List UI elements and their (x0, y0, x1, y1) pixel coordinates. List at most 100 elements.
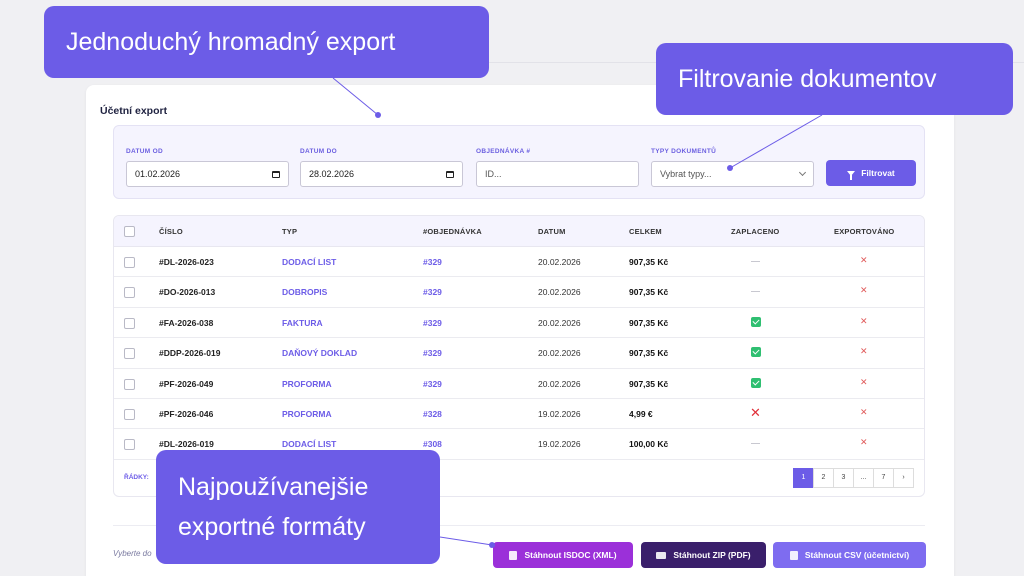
document-date: 20.02.2026 (538, 378, 581, 389)
header-number[interactable]: ČÍSLO (159, 227, 183, 236)
date-from-value: 01.02.2026 (135, 169, 181, 179)
page-button[interactable]: 7 (873, 467, 894, 488)
calendar-icon[interactable] (446, 170, 454, 178)
filter-button[interactable]: Filtrovat (826, 160, 916, 186)
callout-bulk-export-text: Jednoduchý hromadný export (66, 27, 396, 56)
document-date: 20.02.2026 (538, 317, 581, 328)
row-checkbox[interactable] (124, 408, 135, 420)
document-number: #DDP-2026-019 (159, 348, 221, 359)
date-to-group: DATUM DO 28.02.2026 (300, 148, 463, 187)
header-order[interactable]: #OBJEDNÁVKA (423, 227, 482, 236)
calendar-icon[interactable] (272, 170, 280, 178)
table-row[interactable]: #DL-2026-023 DODACÍ LIST #329 20.02.2026 907… (114, 247, 924, 278)
not-applicable-dash (751, 291, 760, 293)
row-checkbox[interactable] (124, 287, 135, 299)
document-number: #PF-2026-046 (159, 408, 214, 419)
doc-types-value: Vybrat typy... (660, 169, 712, 179)
order-placeholder: ID... (485, 169, 502, 179)
page-button[interactable]: 2 (813, 467, 834, 488)
row-checkbox[interactable] (124, 378, 135, 390)
date-to-input[interactable]: 28.02.2026 (300, 161, 463, 187)
callout-formats: Najpoužívanejšie exportné formáty (156, 450, 440, 564)
order-group: OBJEDNÁVKA # ID... (476, 148, 639, 187)
document-number: #DL-2026-023 (159, 257, 214, 267)
table-row[interactable]: #DO-2026-013 DOBROPIS #329 20.02.2026 907,35… (114, 277, 924, 308)
order-label: OBJEDNÁVKA # (476, 148, 531, 155)
chevron-down-icon (798, 168, 807, 177)
document-number: #FA-2026-038 (159, 317, 214, 328)
document-total: 907,35 Kč (629, 348, 669, 359)
document-total: 907,35 Kč (629, 287, 669, 298)
header-total[interactable]: CELKEM (629, 227, 662, 236)
callout-filtering: Filtrovanie dokumentov (656, 43, 1013, 115)
document-date: 19.02.2026 (538, 439, 581, 450)
document-total: 907,35 Kč (629, 317, 669, 328)
row-checkbox[interactable] (124, 317, 135, 329)
card-title: Účetní export (100, 105, 168, 117)
order-link[interactable]: #329 (423, 318, 442, 328)
paid-check-icon (751, 316, 761, 327)
table-header: ČÍSLO TYP #OBJEDNÁVKA DATUM CELKEM ZAPLA… (114, 216, 924, 247)
document-date: 20.02.2026 (538, 257, 581, 267)
not-applicable-dash (751, 261, 760, 262)
next-page-button[interactable]: › (893, 467, 914, 488)
download-isdoc-button[interactable]: Stáhnout ISDOC (XML) (493, 542, 633, 568)
callout-dot-formats (489, 542, 495, 548)
table-row[interactable]: #DDP-2026-019 DAŇOVÝ DOKLAD #329 20.02.2026… (114, 338, 924, 369)
document-type[interactable]: PROFORMA (282, 409, 332, 419)
document-total: 907,35 Kč (629, 378, 669, 389)
not-exported-icon: ✕ (860, 346, 868, 357)
date-from-input[interactable]: 01.02.2026 (126, 161, 289, 187)
date-to-label: DATUM DO (300, 148, 337, 155)
order-input[interactable]: ID... (476, 161, 639, 187)
download-zip-label: Stáhnout ZIP (PDF) (673, 550, 751, 560)
document-type[interactable]: DODACÍ LIST (282, 257, 336, 267)
order-link[interactable]: #308 (423, 439, 442, 449)
page-button[interactable]: 3 (833, 467, 854, 488)
order-link[interactable]: #328 (423, 409, 442, 419)
row-checkbox[interactable] (124, 439, 135, 451)
table-row[interactable]: #PF-2026-049 PROFORMA #329 20.02.2026 907,35… (114, 369, 924, 399)
document-number: #PF-2026-049 (159, 378, 214, 389)
select-all-checkbox[interactable] (124, 226, 135, 237)
date-to-value: 28.02.2026 (309, 169, 355, 179)
order-link[interactable]: #329 (423, 379, 442, 389)
download-zip-button[interactable]: Stáhnout ZIP (PDF) (641, 542, 766, 568)
document-type[interactable]: DODACÍ LIST (282, 439, 336, 449)
callout-dot-filter (727, 165, 733, 171)
header-type[interactable]: TYP (282, 227, 297, 236)
order-link[interactable]: #329 (423, 257, 442, 267)
archive-icon (656, 551, 667, 559)
document-number: #DL-2026-019 (159, 439, 214, 450)
doc-types-select[interactable]: Vybrat typy... (651, 161, 814, 187)
row-checkbox[interactable] (124, 348, 135, 360)
date-from-label: DATUM OD (126, 148, 163, 155)
document-type[interactable]: FAKTURA (282, 318, 323, 328)
download-icon (789, 550, 798, 560)
export-hint: Vyberte do (113, 549, 152, 558)
filter-button-label: Filtrovat (861, 168, 895, 178)
row-checkbox[interactable] (124, 257, 135, 268)
order-link[interactable]: #329 (423, 348, 442, 358)
order-link[interactable]: #329 (423, 287, 442, 297)
header-paid[interactable]: ZAPLACENO (731, 227, 779, 236)
not-exported-icon: ✕ (860, 285, 868, 296)
download-csv-button[interactable]: Stáhnout CSV (účetnictví) (773, 542, 926, 568)
document-type[interactable]: DAŇOVÝ DOKLAD (282, 348, 357, 358)
page-button[interactable]: ... (853, 467, 874, 488)
header-exported[interactable]: EXPORTOVÁNO (834, 227, 894, 236)
page-button[interactable]: 1 (793, 467, 814, 488)
callout-filtering-text: Filtrovanie dokumentov (678, 64, 937, 93)
header-date[interactable]: DATUM (538, 227, 566, 236)
callout-formats-line1: Najpoužívanejšie (178, 473, 369, 501)
table-row[interactable]: #PF-2026-046 PROFORMA #328 19.02.2026 4,99 €… (114, 399, 924, 430)
table-row[interactable]: #FA-2026-038 FAKTURA #329 20.02.2026 907,35 … (114, 308, 924, 339)
date-from-group: DATUM OD 01.02.2026 (126, 148, 289, 187)
not-exported-icon: ✕ (860, 255, 868, 265)
document-type[interactable]: PROFORMA (282, 379, 332, 389)
paid-check-icon (751, 347, 761, 358)
document-total: 907,35 Kč (629, 257, 669, 267)
document-date: 20.02.2026 (538, 348, 581, 359)
document-total: 4,99 € (629, 408, 653, 419)
document-type[interactable]: DOBROPIS (282, 287, 327, 297)
